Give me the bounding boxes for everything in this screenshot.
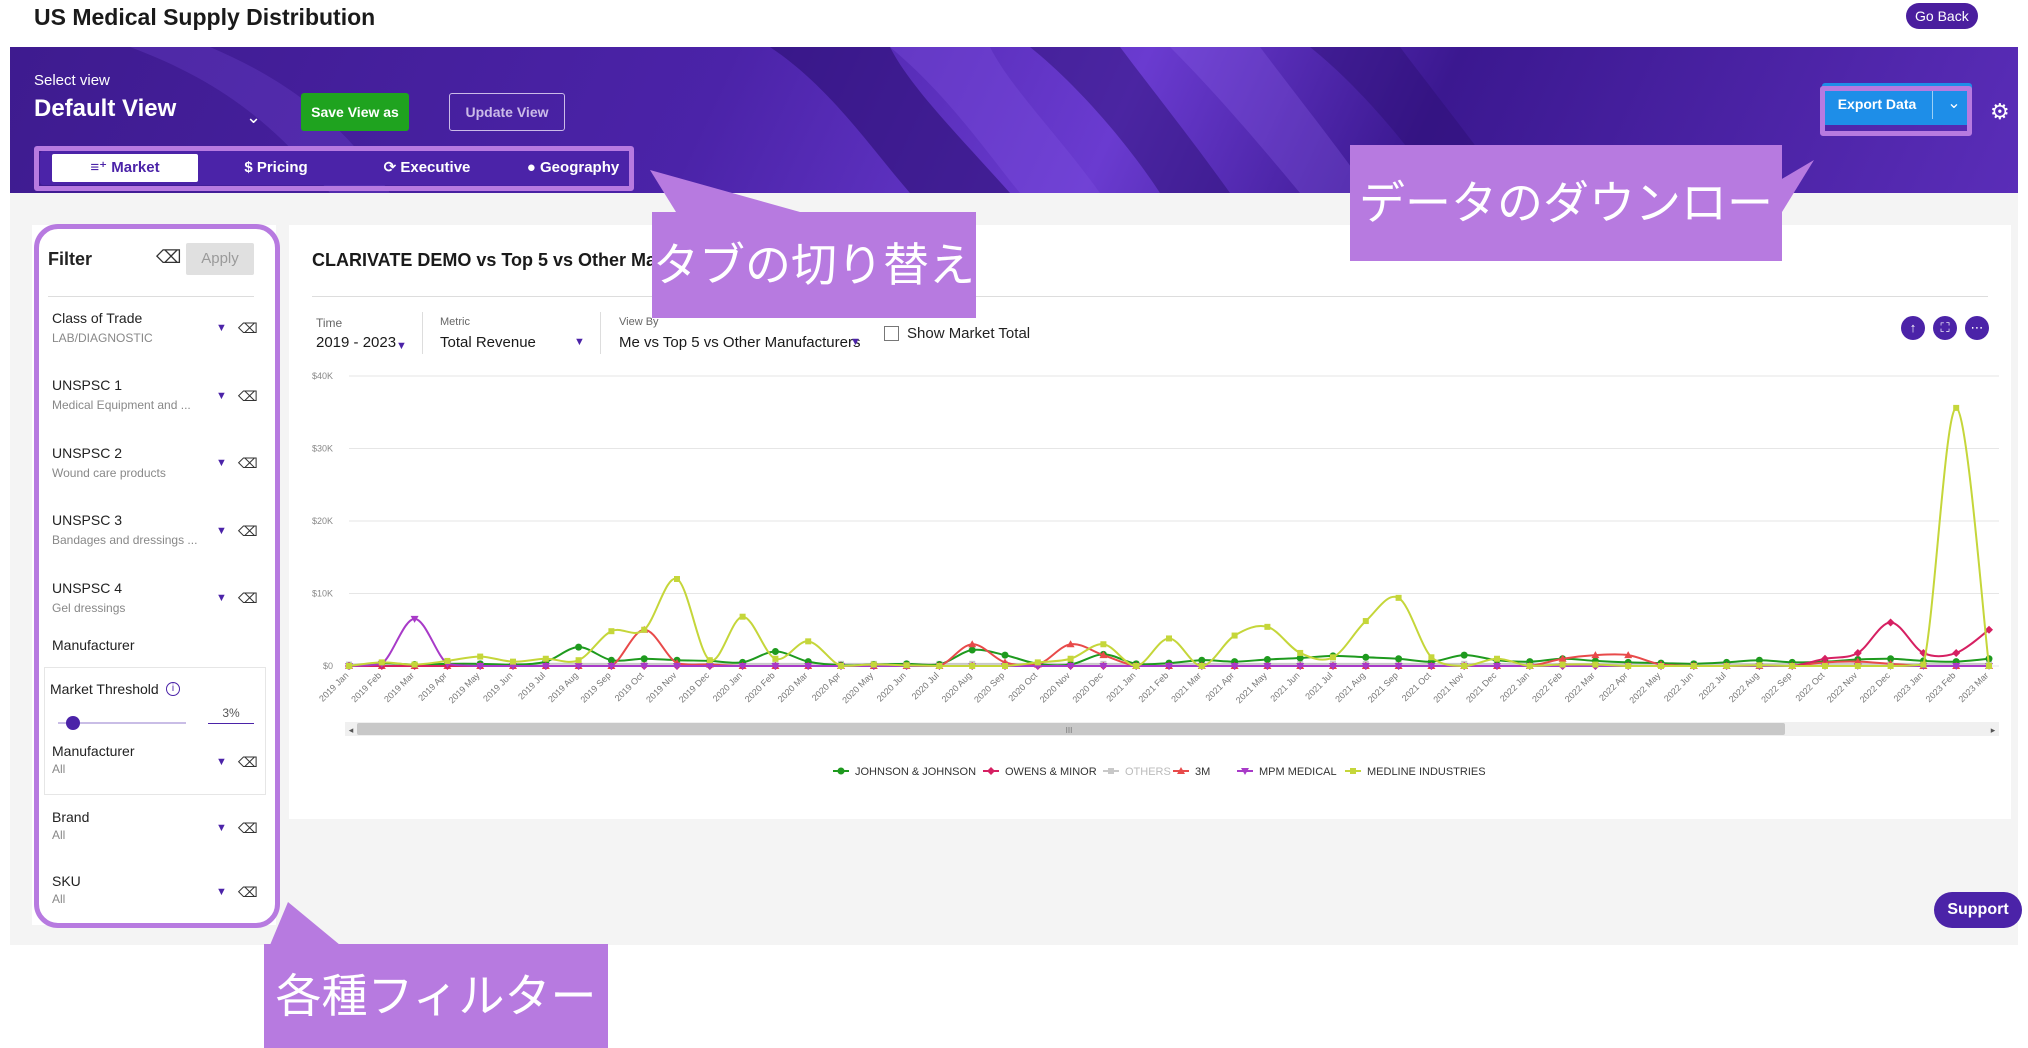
callout-filters: 各種フィルター <box>264 944 608 1048</box>
callout-download: データのダウンロード <box>1350 145 1782 345</box>
support-button[interactable]: Support <box>1934 892 2022 928</box>
callout-tab-switch: タブの切り替え <box>652 212 976 318</box>
